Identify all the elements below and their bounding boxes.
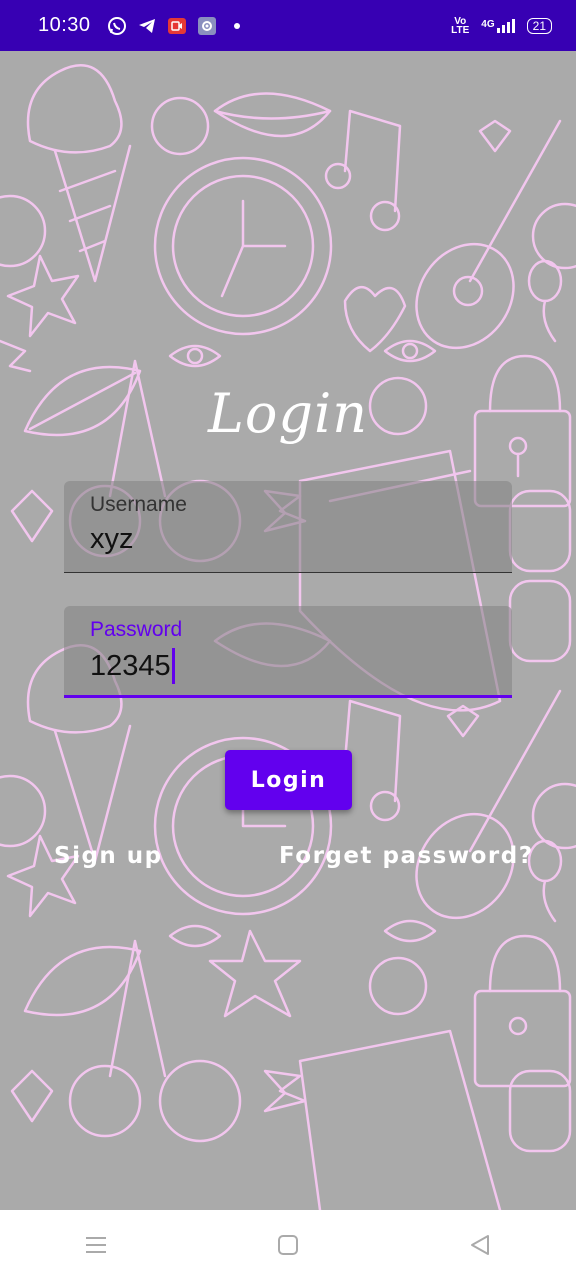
settings-app-icon: [197, 16, 217, 36]
password-value: 12345: [90, 649, 171, 682]
volte-indicator: Vo LTE: [451, 16, 470, 36]
signal-icon: 4G: [481, 18, 515, 33]
battery-icon: 21: [526, 17, 552, 34]
whatsapp-icon: [107, 16, 127, 36]
menu-icon[interactable]: [66, 1225, 126, 1265]
volte-bottom: LTE: [451, 24, 470, 36]
home-icon[interactable]: [258, 1225, 318, 1265]
signal-label: 4G: [481, 18, 495, 30]
login-title: Login: [208, 382, 368, 445]
text-cursor: [171, 648, 175, 684]
notification-icons: [107, 16, 247, 36]
username-field[interactable]: Username xyz: [64, 481, 512, 573]
screen-record-icon: [167, 16, 187, 36]
login-screen: Login Username xyz Password 12345 Login …: [0, 51, 576, 1210]
system-indicators: Vo LTE 4G 21: [451, 16, 552, 36]
status-time: 10:30: [38, 14, 91, 36]
sign-up-link[interactable]: Sign up: [54, 843, 163, 869]
notification-dot-icon: [227, 16, 247, 36]
password-field[interactable]: Password 12345: [64, 606, 512, 698]
password-label: Password: [90, 618, 183, 641]
telegram-icon: [137, 16, 157, 36]
password-input[interactable]: 12345: [90, 648, 175, 684]
status-bar: 10:30 Vo LTE 4G 21: [0, 0, 576, 51]
username-input[interactable]: xyz: [90, 523, 134, 556]
back-icon[interactable]: [450, 1225, 510, 1265]
battery-level: 21: [532, 18, 546, 33]
username-label: Username: [90, 493, 187, 516]
login-button[interactable]: Login: [225, 750, 352, 810]
username-value: xyz: [90, 523, 134, 555]
navigation-bar: [0, 1210, 576, 1280]
forget-password-link[interactable]: Forget password?: [279, 843, 534, 869]
